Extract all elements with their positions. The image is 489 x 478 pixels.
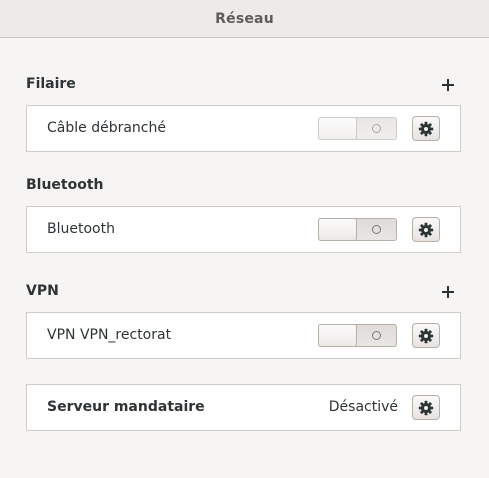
proxy-status: Désactivé [328, 399, 398, 415]
gear-icon [418, 121, 434, 137]
proxy-settings-button[interactable] [412, 395, 440, 420]
vpn-settings-button[interactable] [412, 323, 440, 348]
gear-icon [418, 400, 434, 416]
wired-connection-label: Câble débranché [47, 120, 166, 136]
wired-toggle-switch[interactable] [318, 117, 397, 140]
vpn-connection-row: VPN VPN_rectorat [26, 312, 461, 359]
section-title-vpn: VPN [26, 283, 59, 299]
wired-settings-button[interactable] [412, 116, 440, 141]
vpn-toggle-switch[interactable] [318, 324, 397, 347]
add-vpn-button[interactable] [441, 285, 455, 299]
switch-knob [318, 324, 357, 347]
add-wired-button[interactable] [441, 78, 455, 92]
switch-knob [318, 117, 357, 140]
wired-connection-row: Câble débranché [26, 105, 461, 152]
vpn-connection-label: VPN VPN_rectorat [47, 327, 172, 343]
bluetooth-row: Bluetooth [26, 206, 461, 253]
proxy-row[interactable]: Serveur mandataire Désactivé [26, 384, 461, 431]
circle-icon [372, 331, 381, 340]
window-title: Réseau [215, 10, 274, 27]
bluetooth-settings-button[interactable] [412, 217, 440, 242]
circle-icon [372, 124, 381, 133]
circle-icon [372, 225, 381, 234]
section-title-wired: Filaire [26, 76, 76, 92]
bluetooth-toggle-switch[interactable] [318, 218, 397, 241]
gear-icon [418, 328, 434, 344]
gear-icon [418, 222, 434, 238]
switch-knob [318, 218, 357, 241]
bluetooth-label: Bluetooth [47, 221, 115, 237]
section-title-bluetooth: Bluetooth [26, 177, 104, 193]
proxy-label: Serveur mandataire [47, 399, 205, 415]
header-bar: Réseau [0, 0, 489, 38]
network-settings-window: Réseau Filaire Câble débranché Bluetooth… [0, 0, 489, 478]
